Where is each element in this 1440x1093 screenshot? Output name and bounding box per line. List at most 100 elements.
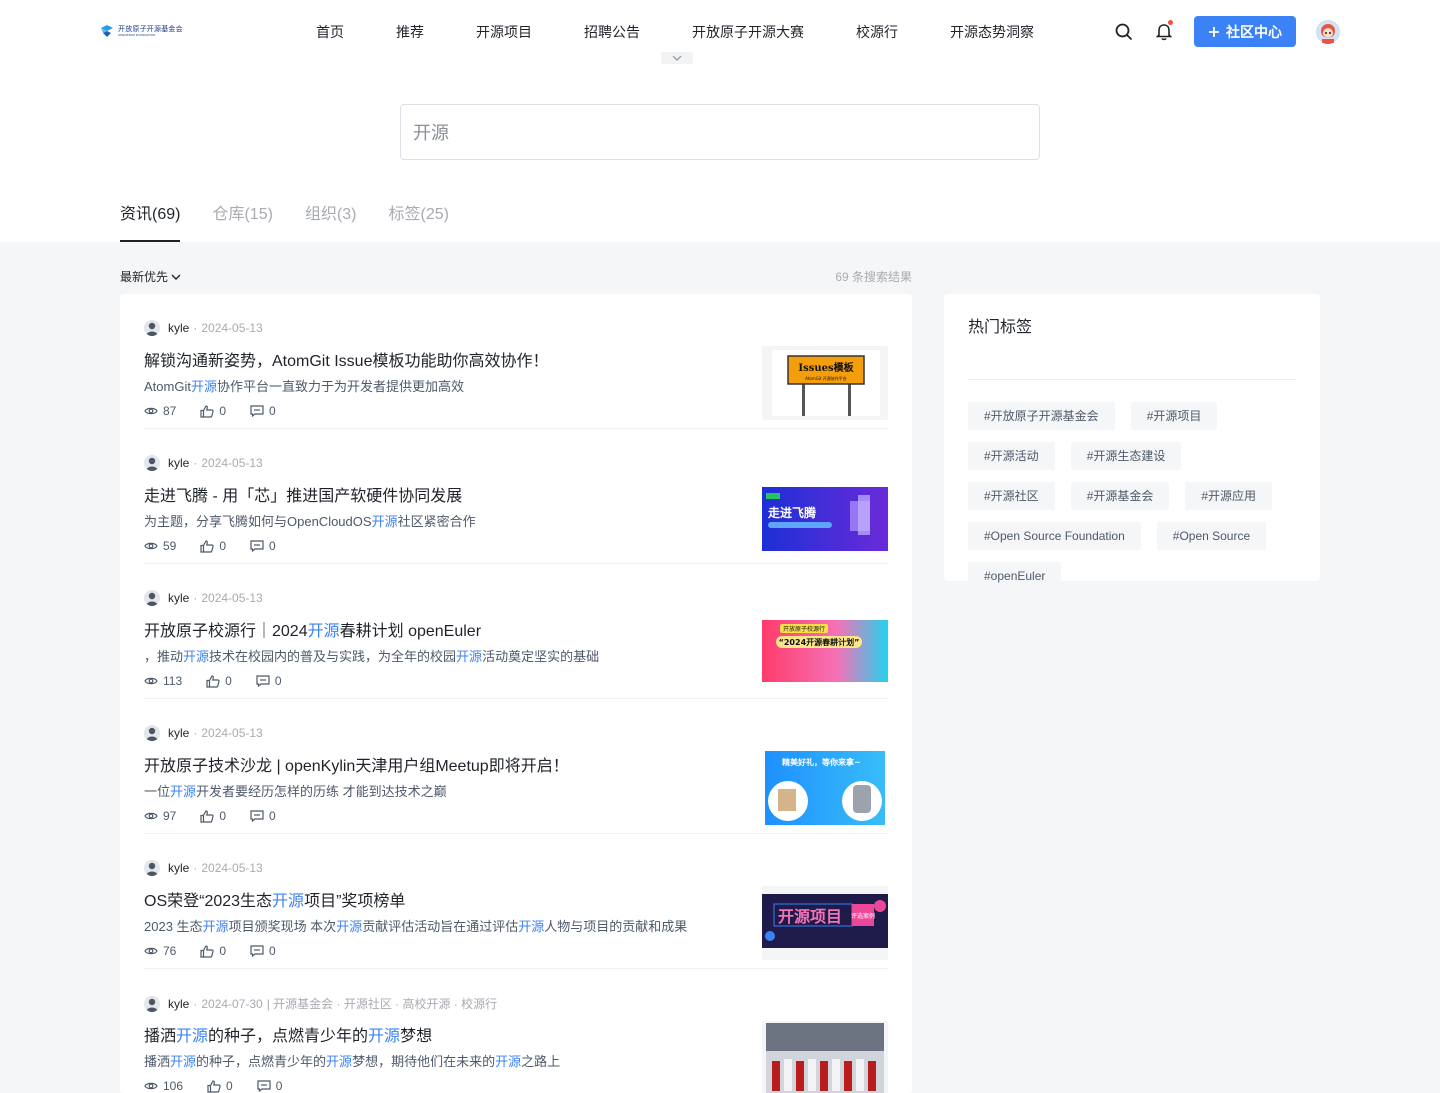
tab-repos[interactable]: 仓库(15) [212,190,272,242]
author-avatar[interactable] [144,455,160,471]
article-title[interactable]: 播洒开源的种子，点燃青少年的开源梦想 [144,1022,432,1046]
article-author[interactable]: kyle [168,456,189,470]
hot-tag[interactable]: #开源生态建设 [1070,442,1182,470]
article-author[interactable]: kyle [168,861,189,875]
article-stats: 106 0 0 [144,1079,306,1093]
summary-text: 开发者要经历怎样的历练 才能到达技术之巅 [196,784,447,799]
comment-button[interactable]: 0 [256,674,282,688]
thumb-text: Issues模板 [798,361,854,374]
eye-icon [144,947,158,955]
article-thumbnail-wrap[interactable]: 开放原子校源行 “2024开源春耕计划” [762,616,888,690]
like-count-value: 0 [219,809,227,823]
site-logo[interactable]: 开放原子开源基金会 OPENATOM FOUNDATION [100,24,183,38]
hot-tag[interactable]: #开源项目 [1130,402,1218,430]
nav-campus[interactable]: 校源行 [830,22,924,42]
article-item[interactable]: kyle · 2024-05-13 开放原子技术沙龙 | openKylin天津… [144,699,888,834]
like-button[interactable]: 0 [200,809,226,823]
author-avatar[interactable] [144,725,160,741]
article-item[interactable]: kyle · 2024-05-13 走进飞腾 - 用「芯」推进国产软硬件协同发展… [144,429,888,564]
article-title[interactable]: OS荣登“2023生态开源项目”奖项榜单 [144,887,405,911]
article-thumbnail: 走进飞腾 [762,481,888,555]
title-text: 的种子，点燃青少年的 [208,1028,369,1045]
article-author[interactable]: kyle [168,726,189,740]
nav-expand-toggle[interactable] [661,52,693,64]
community-center-button[interactable]: 社区中心 [1194,16,1296,47]
hot-tag[interactable]: #开源基金会 [1070,482,1170,510]
hot-tag[interactable]: #开放原子开源基金会 [968,402,1115,430]
like-button[interactable]: 0 [207,1079,233,1093]
nav-insight[interactable]: 开源态势洞察 [924,22,1060,42]
keyword-highlight: 开源 [202,919,229,934]
thumbs-up-icon [200,404,215,418]
article-title[interactable]: 开放原子技术沙龙 | openKylin天津用户组Meetup即将开启！ [144,752,569,776]
hot-tag[interactable]: #openEuler [968,562,1062,590]
article-tags[interactable]: | 开源基金会 · 开源社区 · 高校开源 · 校源行 [267,995,497,1012]
like-button[interactable]: 0 [206,674,232,688]
comment-count-value: 0 [269,404,276,418]
article-item[interactable]: kyle · 2024-05-13 解锁沟通新姿势，AtomGit Issue模… [144,294,888,429]
article-thumbnail-wrap[interactable] [762,1021,888,1093]
author-avatar[interactable] [144,320,160,336]
article-author[interactable]: kyle [168,997,189,1011]
keyword-highlight: 开源 [183,649,210,664]
article-item[interactable]: kyle · 2024-05-13 开放原子校源行｜2024开源春耕计划 ope… [144,564,888,699]
like-button[interactable]: 0 [200,944,226,958]
nav-home[interactable]: 首页 [300,22,370,42]
sort-label: 最新优先 [120,270,169,284]
search-button[interactable] [1114,22,1134,42]
article-thumbnail-wrap[interactable]: 精美好礼，等你来拿~ [762,751,888,825]
like-button[interactable]: 0 [200,539,226,553]
article-item[interactable]: kyle · 2024-07-30 | 开源基金会 · 开源社区 · 高校开源 … [144,969,888,1093]
title-text: 播洒 [144,1028,177,1045]
article-author[interactable]: kyle [168,321,189,335]
article-thumbnail-wrap[interactable]: Issues模板 AtomGit 开源协作平台 [762,346,888,420]
article-meta: kyle · 2024-05-13 [144,320,263,336]
article-thumbnail-wrap[interactable]: 走进飞腾 [762,481,888,555]
nav-competition[interactable]: 开放原子开源大赛 [666,22,830,42]
comment-button[interactable]: 0 [250,539,276,553]
eye-icon [144,1082,158,1090]
tab-orgs[interactable]: 组织(3) [305,190,357,242]
tab-news[interactable]: 资讯(69) [120,190,181,242]
article-thumbnail: Issues模板AtomGit 开源协作平台 [762,346,888,420]
thumb-text: 评选案例 [851,912,875,920]
article-item[interactable]: kyle · 2024-05-13 OS荣登“2023生态开源项目”奖项榜单 20… [144,834,888,969]
article-title[interactable]: 开放原子校源行｜2024开源春耕计划 openEuler [144,617,481,641]
comment-button[interactable]: 0 [250,809,276,823]
article-thumbnail-wrap[interactable]: 开源项目 评选案例 [762,886,888,960]
article-title[interactable]: 解锁沟通新姿势，AtomGit Issue模板功能助你高效协作！ [144,347,548,371]
tab-tags[interactable]: 标签(25) [389,190,449,242]
sort-dropdown[interactable]: 最新优先 [120,268,181,285]
author-avatar[interactable] [144,590,160,606]
hot-tag[interactable]: #开源活动 [968,442,1055,470]
comment-button[interactable]: 0 [250,404,276,418]
hot-tag[interactable]: #Open Source [1156,522,1267,550]
meta-separator: · [193,861,198,875]
nav-projects[interactable]: 开源项目 [450,22,558,42]
hot-tag[interactable]: #开源应用 [1185,482,1273,510]
like-button[interactable]: 0 [200,404,226,418]
article-title[interactable]: 走进飞腾 - 用「芯」推进国产软硬件协同发展 [144,482,462,506]
nav-recommend[interactable]: 推荐 [370,22,450,42]
search-input[interactable] [413,121,1027,143]
comment-button[interactable]: 0 [257,1079,282,1093]
author-avatar[interactable] [144,995,160,1012]
comment-button[interactable]: 0 [250,944,276,958]
author-avatar-icon [144,725,160,741]
author-avatar[interactable] [144,860,160,876]
title-text: OS荣登“2023生态 [144,893,273,910]
search-field[interactable] [400,104,1040,160]
thumbs-up-icon [200,944,215,958]
result-count: 69 条搜索结果 [835,270,912,284]
user-avatar[interactable] [1316,20,1340,44]
article-author[interactable]: kyle [168,591,189,605]
hot-tag[interactable]: #Open Source Foundation [968,522,1141,550]
hot-tag[interactable]: #开源社区 [968,482,1055,510]
notification-button[interactable] [1154,20,1174,42]
article-date: 2024-05-13 [201,321,263,335]
summary-text: 一位 [144,784,171,799]
thumb-text: 精美好礼，等你来拿~ [782,757,861,767]
author-avatar-icon [144,455,160,471]
nav-jobs[interactable]: 招聘公告 [558,22,666,42]
article-stats: 59 0 0 [144,539,300,553]
